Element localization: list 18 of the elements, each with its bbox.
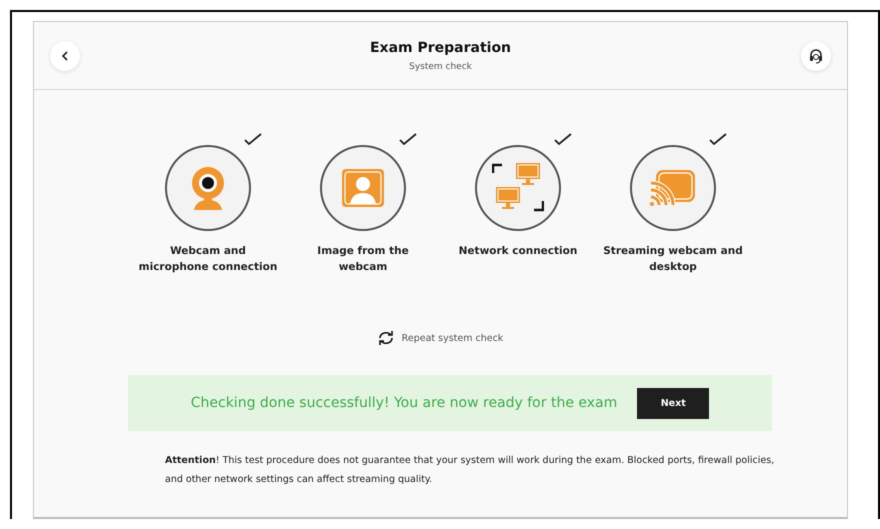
attention-notice: Attention! This test procedure does not guarantee that your system will work during the exam. Blocked ports, firewall policies, and other network settings can affect streaming quality. [165, 454, 776, 487]
check-label: Webcam and microphone connection [138, 244, 278, 275]
back-button[interactable] [50, 40, 80, 70]
user-picture-icon [341, 168, 385, 208]
check-label: Network connection [458, 244, 578, 259]
repeat-check-link[interactable]: Repeat system check [378, 331, 504, 345]
support-headset-button[interactable] [801, 40, 831, 70]
cast-screen-icon [650, 169, 696, 207]
next-button[interactable]: Next [637, 388, 710, 418]
network-computers-icon [492, 163, 544, 213]
check-label: Streaming webcam and desktop [603, 244, 743, 275]
headset-icon [808, 48, 824, 64]
page-title: Exam Preparation [370, 40, 512, 56]
success-message: Checking done successfully! You are now ready for the exam [190, 395, 618, 411]
check-label: Image from the webcam [316, 244, 410, 275]
refresh-icon [378, 331, 394, 345]
page-subtitle: System check [409, 62, 472, 72]
webcam-icon [190, 166, 226, 210]
